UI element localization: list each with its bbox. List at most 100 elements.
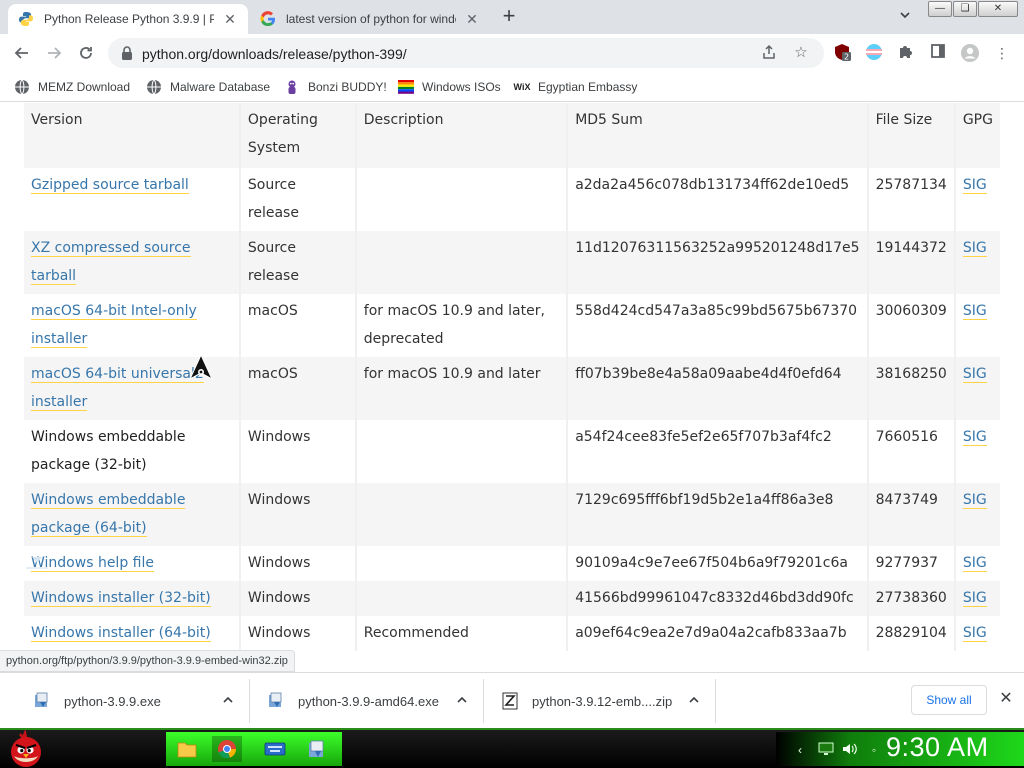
reload-icon[interactable]	[74, 41, 98, 65]
gpg-sig-link[interactable]: SIG	[962, 303, 987, 320]
bonzi-icon	[284, 79, 300, 95]
address-bar[interactable]: python.org/downloads/release/python-399/…	[108, 38, 824, 68]
version-link-hovered[interactable]: Windows embeddable package (32-bit)	[31, 429, 185, 473]
keyboard-icon[interactable]	[260, 736, 290, 762]
description-cell	[355, 231, 569, 294]
md5-cell: a09ef64c9ea2e7d9a04a2cafb833aa7b	[567, 616, 869, 651]
download-item[interactable]: python-3.9.9.exe	[16, 679, 250, 723]
table-row: Windows installer (32-bit) Windows 41566…	[24, 581, 1000, 616]
version-link[interactable]: Gzipped source tarball	[31, 177, 189, 194]
bookmark-memz-download[interactable]: MEMZ Download	[14, 77, 130, 97]
globe-icon	[146, 79, 162, 95]
ublock-extension-icon[interactable]: 2	[832, 43, 852, 63]
svg-text:2: 2	[844, 53, 849, 62]
bookmark-label: Malware Database	[170, 80, 271, 94]
share-icon[interactable]	[760, 44, 778, 62]
new-tab-button[interactable]: +	[498, 5, 520, 28]
description-cell: for macOS 10.9 and later	[355, 357, 569, 420]
size-cell: 19144372	[867, 231, 956, 294]
angry-bird-start-button[interactable]	[6, 728, 46, 768]
pride-extension-icon[interactable]	[864, 43, 884, 63]
size-cell: 7660516	[867, 420, 956, 483]
show-all-downloads-button[interactable]: Show all	[911, 685, 987, 715]
table-row: XZ compressed source tarball Source rele…	[24, 231, 1000, 294]
bookmark-malware-database[interactable]: Malware Database	[146, 77, 270, 97]
scroll-down-arrow-icon	[26, 555, 48, 569]
tab-close-icon[interactable]: ✕	[222, 11, 238, 27]
profile-avatar[interactable]	[960, 43, 980, 63]
restore-button[interactable]: ❏	[953, 1, 977, 17]
tab-search-chevron-icon[interactable]	[896, 8, 914, 26]
download-item[interactable]: python-3.9.9-amd64.exe	[250, 679, 484, 723]
gpg-sig-link[interactable]: SIG	[962, 555, 987, 572]
column-header-md5: MD5 Sum	[567, 103, 869, 168]
menu-kebab-icon[interactable]: ⋮	[992, 43, 1012, 63]
column-header-gpg: GPG	[954, 103, 1000, 168]
chevron-up-icon[interactable]	[451, 694, 473, 709]
size-cell: 25787134	[867, 168, 956, 231]
bookmark-windows-isos[interactable]: Windows ISOs	[398, 77, 501, 97]
version-link[interactable]: macOS 64-bit Intel-only installer	[31, 303, 197, 348]
description-cell: Recommended	[355, 616, 569, 651]
version-link[interactable]: Windows installer (64-bit)	[31, 625, 211, 642]
size-cell: 9277937	[867, 546, 956, 581]
md5-cell: 41566bd99961047c8332d46bd3dd90fc	[567, 581, 869, 616]
table-row: macOS 64-bit Intel-only installer macOS …	[24, 294, 1000, 357]
taskbar-pinned-apps	[166, 732, 342, 766]
forward-arrow-icon[interactable]	[42, 41, 66, 65]
chrome-icon[interactable]	[212, 736, 242, 762]
bookmark-star-icon[interactable]: ☆	[792, 44, 810, 62]
network-monitor-icon[interactable]	[818, 742, 834, 758]
side-panel-icon[interactable]	[928, 43, 948, 63]
version-link[interactable]: macOS 64-bit universal2 installer	[31, 366, 204, 411]
gpg-sig-link[interactable]: SIG	[962, 625, 987, 642]
close-window-button[interactable]: ✕	[978, 1, 1018, 17]
tab-title: latest version of python for windows - G…	[286, 12, 456, 26]
description-cell	[355, 483, 569, 546]
column-header-description: Description	[355, 103, 569, 168]
md5-cell: a54f24cee83fe5ef2e65f707b3af4fc2	[567, 420, 869, 483]
file-explorer-icon[interactable]	[172, 736, 202, 762]
gpg-sig-link[interactable]: SIG	[962, 590, 987, 607]
version-link[interactable]: Windows help file	[31, 555, 154, 572]
tray-extra-icon[interactable]: ◦	[866, 742, 882, 758]
chevron-up-icon[interactable]	[217, 694, 239, 709]
gpg-sig-link[interactable]: SIG	[962, 429, 987, 446]
gpg-sig-link[interactable]: SIG	[962, 366, 987, 383]
tab-python-release[interactable]: Python Release Python 3.9.9 | Python.org…	[8, 4, 248, 34]
minimize-button[interactable]: —	[928, 1, 952, 17]
description-cell	[355, 546, 569, 581]
version-link[interactable]: Windows installer (32-bit)	[31, 590, 211, 607]
page-content: Version Operating System Description MD5…	[0, 103, 1024, 657]
url-text[interactable]: python.org/downloads/release/python-399/	[142, 46, 407, 62]
description-cell	[355, 420, 569, 483]
bookmark-label: MEMZ Download	[38, 80, 131, 94]
release-files-table: Version Operating System Description MD5…	[24, 103, 1000, 651]
download-item[interactable]: python-3.9.12-emb....zip	[484, 679, 716, 723]
close-shelf-icon[interactable]: ✕	[996, 689, 1016, 709]
gpg-sig-link[interactable]: SIG	[962, 240, 987, 257]
gpg-sig-link[interactable]: SIG	[962, 492, 987, 509]
globe-icon	[14, 79, 30, 95]
tray-chevron-icon[interactable]: ‹	[792, 742, 808, 758]
google-favicon-icon	[260, 11, 276, 27]
chevron-up-icon[interactable]	[683, 694, 705, 709]
table-row: Windows embeddable package (32-bit) Wind…	[24, 420, 1000, 483]
bookmark-bonzi-buddy[interactable]: Bonzi BUDDY!	[284, 77, 387, 97]
tab-google-search[interactable]: latest version of python for windows - G…	[250, 4, 490, 34]
os-cell: Windows	[239, 616, 357, 651]
tab-close-icon[interactable]: ✕	[464, 11, 480, 27]
extensions-puzzle-icon[interactable]	[896, 43, 916, 63]
version-link[interactable]: Windows embeddable package (64-bit)	[31, 492, 186, 537]
lock-icon[interactable]	[120, 45, 134, 61]
gpg-sig-link[interactable]: SIG	[962, 177, 987, 194]
table-row: Windows embeddable package (64-bit) Wind…	[24, 483, 1000, 546]
installer-task-icon[interactable]	[302, 736, 332, 762]
back-arrow-icon[interactable]	[10, 41, 34, 65]
bookmark-egyptian-embassy[interactable]: WiX Egyptian Embassy	[514, 77, 638, 97]
os-cell: Windows	[239, 581, 357, 616]
download-file-name: python-3.9.9.exe	[64, 693, 161, 709]
volume-icon[interactable]	[842, 742, 858, 758]
description-cell: for macOS 10.9 and later, deprecated	[355, 294, 569, 357]
version-link[interactable]: XZ compressed source tarball	[31, 240, 191, 285]
